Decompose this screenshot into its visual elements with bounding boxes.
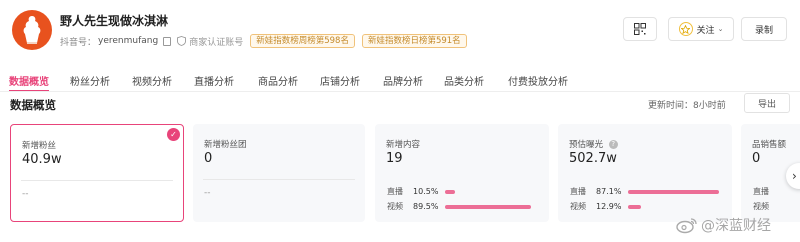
card-divider xyxy=(203,179,355,180)
weibo-icon xyxy=(676,218,697,234)
breakdown-name: 视频 xyxy=(570,202,586,211)
metric-card-new-fans[interactable]: ✓ 新增粉丝 40.9w -- xyxy=(10,124,184,222)
tab-category-analysis[interactable]: 品类分析 xyxy=(444,73,484,88)
breakdown-bar xyxy=(445,204,531,209)
breakdown-row-live: 直播 xyxy=(753,186,779,197)
metric-label: 新增粉丝团 xyxy=(204,140,247,150)
breakdown-name: 直播 xyxy=(387,187,403,196)
check-icon: ✓ xyxy=(167,128,180,141)
metric-value: 40.9w xyxy=(22,152,62,167)
metric-label: 预估曝光 ? xyxy=(569,138,618,150)
metric-card-new-fan-groups[interactable]: 新增粉丝团 0 -- xyxy=(193,124,365,222)
breakdown-bar xyxy=(628,204,642,209)
watermark-text: @深蓝财经 xyxy=(701,218,771,234)
metric-value: 502.7w xyxy=(569,151,617,166)
metric-value: 0 xyxy=(752,151,761,166)
metric-label: 品销售额 xyxy=(752,140,787,150)
qr-code-button[interactable] xyxy=(623,17,657,41)
breakdown-row-video: 视频 xyxy=(753,201,779,212)
breakdown-percent: 89.5% xyxy=(413,202,439,211)
tab-data-overview[interactable]: 数据概览 xyxy=(9,73,49,88)
help-icon[interactable]: ? xyxy=(608,140,618,149)
copy-icon[interactable] xyxy=(163,36,172,46)
breakdown-bar xyxy=(628,189,719,194)
watermark: @深蓝财经 xyxy=(676,212,771,238)
rank-badge-weekly[interactable]: 新娃指数榜周榜第598名 xyxy=(250,34,355,48)
breakdown-row-video: 视频 12.9% xyxy=(570,201,642,212)
breakdown-name: 直播 xyxy=(570,187,586,196)
breakdown-name: 视频 xyxy=(387,202,403,211)
account-header: 野人先生现做冰淇淋 抖音号： yerenmufang 商家认证账号 新娃指数榜周… xyxy=(0,0,800,62)
tab-brand-analysis[interactable]: 品牌分析 xyxy=(383,73,423,88)
record-button[interactable]: 录制 xyxy=(741,17,787,41)
star-icon xyxy=(678,22,693,36)
export-button[interactable]: 导出 xyxy=(744,93,790,113)
card-divider xyxy=(21,180,173,181)
breakdown-row-video: 视频 89.5% xyxy=(387,201,531,212)
account-id: yerenmufang xyxy=(98,36,159,46)
breakdown-row-live: 直播 10.5% xyxy=(387,186,456,197)
breakdown-bar xyxy=(445,189,456,194)
breakdown-percent: 10.5% xyxy=(413,187,439,196)
metric-label: 新增内容 xyxy=(386,140,421,150)
metric-card-new-content[interactable]: 新增内容 19 直播 10.5% 视频 89.5% xyxy=(375,124,549,222)
breakdown-row-live: 直播 87.1% xyxy=(570,186,719,197)
tab-live-analysis[interactable]: 直播分析 xyxy=(194,73,234,88)
section-title: 数据概览 xyxy=(10,98,56,112)
breakdown-name: 直播 xyxy=(753,187,769,196)
breakdown-percent: 87.1% xyxy=(596,187,622,196)
export-label: 导出 xyxy=(757,99,776,110)
tabs-divider xyxy=(0,91,800,92)
tab-video-analysis[interactable]: 视频分析 xyxy=(132,73,172,88)
account-meta: 抖音号： yerenmufang 商家认证账号 新娃指数榜周榜第598名 新娃指… xyxy=(60,34,467,48)
breakdown-percent: 12.9% xyxy=(596,202,622,211)
account-id-label: 抖音号： xyxy=(60,37,97,48)
chevron-down-icon: ⌄ xyxy=(717,25,724,33)
metric-detail-empty: -- xyxy=(204,188,211,198)
follow-label: 关注 xyxy=(696,25,715,36)
shield-icon xyxy=(177,36,187,46)
rank-badge-daily[interactable]: 新娃指数榜日榜第591名 xyxy=(361,34,467,48)
tab-store-analysis[interactable]: 店铺分析 xyxy=(320,73,360,88)
metric-value: 0 xyxy=(204,151,213,166)
account-analytics-page: 野人先生现做冰淇淋 抖音号： yerenmufang 商家认证账号 新娃指数榜周… xyxy=(0,0,800,242)
analysis-tabs: 数据概览 粉丝分析 视频分析 直播分析 商品分析 店铺分析 品牌分析 品类分析 … xyxy=(0,70,800,92)
tab-fans-analysis[interactable]: 粉丝分析 xyxy=(70,73,110,88)
metric-value: 19 xyxy=(386,151,403,166)
merchant-cert-label: 商家认证账号 xyxy=(189,37,244,48)
tab-product-analysis[interactable]: 商品分析 xyxy=(258,73,298,88)
record-label: 录制 xyxy=(754,25,773,36)
metric-label: 新增粉丝 xyxy=(22,141,57,151)
breakdown-name: 视频 xyxy=(753,202,769,211)
avatar-icecream-icon xyxy=(23,16,41,44)
metric-detail-empty: -- xyxy=(22,189,29,199)
avatar[interactable] xyxy=(12,10,52,50)
metric-label-text: 预估曝光 xyxy=(569,140,604,150)
metric-card-estimated-exposure[interactable]: 预估曝光 ? 502.7w 直播 87.1% 视频 12.9% xyxy=(558,124,732,222)
update-time: 更新时间：8小时前 xyxy=(648,101,726,111)
tab-paid-ads-analysis[interactable]: 付费投放分析 xyxy=(508,73,568,88)
qr-code-icon xyxy=(634,23,646,35)
account-name: 野人先生现做冰淇淋 xyxy=(60,14,169,28)
follow-button[interactable]: 关注 ⌄ xyxy=(668,17,734,41)
